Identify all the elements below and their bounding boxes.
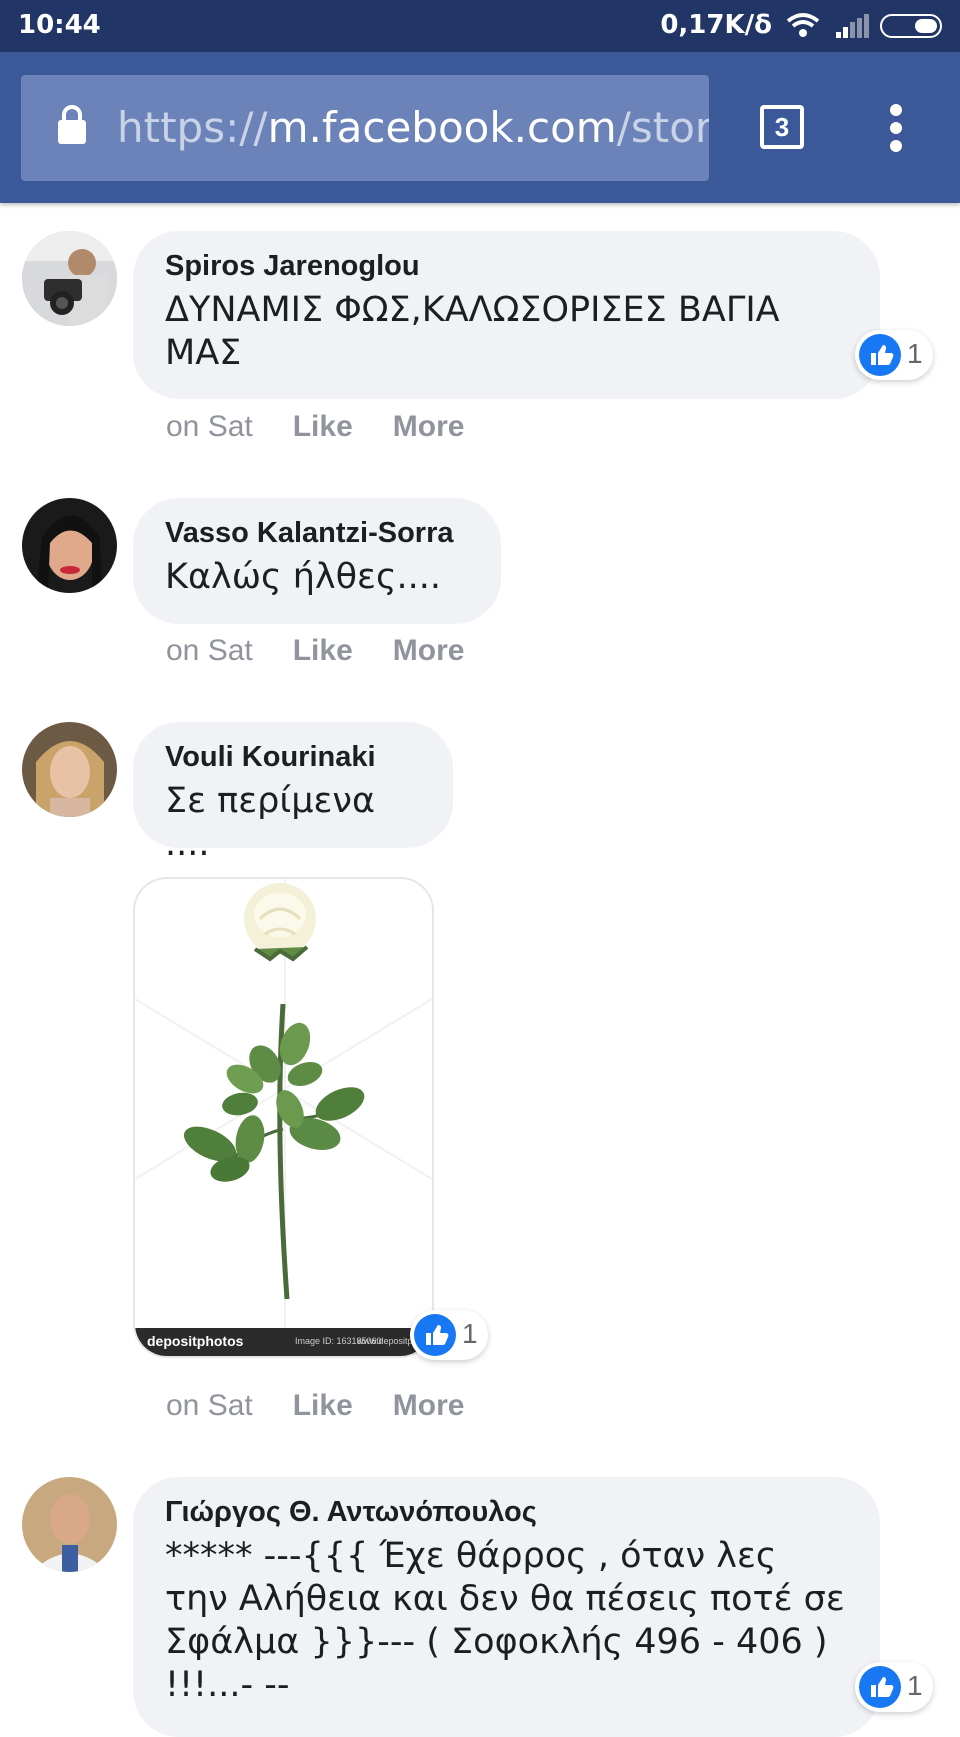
comment-text: ΔΥΝΑΜΙΣ ΦΩΣ,ΚΑΛΩΣΟΡΙΣΕΣ ΒΑΓΙΑ ΜΑΣ: [165, 290, 780, 373]
comment-bubble[interactable]: Γιώργος Θ. Αντωνόπουλος ***** ---{{{ Έχε…: [133, 1477, 880, 1737]
reaction-count: 1: [462, 1318, 478, 1349]
reaction-count: 1: [907, 1670, 923, 1701]
comment-author[interactable]: Vouli Kourinaki: [165, 740, 421, 774]
like-button[interactable]: Like: [293, 1389, 353, 1422]
comment-text: Σε περίμενα ....: [165, 781, 376, 864]
thumbs-up-icon: [859, 334, 901, 376]
comment-actions: on Sat Like More: [166, 1389, 504, 1423]
comment-text: ***** ---{{{ Έχε θάρρος , όταν λες την Α…: [165, 1536, 845, 1705]
watermark-bar: depositphotos Image ID: 163185060 www.de…: [135, 1328, 432, 1356]
url-scheme: https://: [117, 103, 268, 152]
avatar[interactable]: [22, 498, 117, 593]
comment-time[interactable]: on Sat: [166, 410, 253, 443]
comment-bubble[interactable]: Spiros Jarenoglou ΔΥΝΑΜΙΣ ΦΩΣ,ΚΑΛΩΣΟΡΙΣΕ…: [133, 231, 880, 399]
avatar[interactable]: [22, 722, 117, 817]
lock-icon: [58, 105, 86, 144]
comment-image[interactable]: depositphotos Image ID: 163185060 www.de…: [133, 877, 434, 1358]
address-bar[interactable]: https://m.facebook.com/story.: [21, 75, 709, 181]
avatar[interactable]: [22, 231, 117, 326]
comment-author[interactable]: Vasso Kalantzi-Sorra: [165, 516, 469, 550]
tabs-icon[interactable]: 3: [760, 105, 804, 149]
comment-author[interactable]: Γιώργος Θ. Αντωνόπουλος: [165, 1495, 848, 1529]
more-button[interactable]: More: [393, 1389, 465, 1422]
comment-author[interactable]: Spiros Jarenoglou: [165, 249, 848, 283]
wifi-icon: [786, 13, 820, 37]
comment-time[interactable]: on Sat: [166, 1389, 253, 1422]
overflow-menu-icon[interactable]: [890, 104, 904, 152]
url-text: https://m.facebook.com/story.: [117, 103, 709, 152]
thumbs-up-icon: [414, 1314, 456, 1356]
watermark-brand: depositphotos: [147, 1333, 244, 1349]
browser-toolbar: https://m.facebook.com/story. 3: [0, 52, 960, 203]
reaction-badge[interactable]: 1: [855, 1662, 933, 1712]
comment-time[interactable]: on Sat: [166, 634, 253, 667]
comment-actions: on Sat Like More: [166, 634, 504, 668]
battery-icon: [880, 14, 942, 38]
white-rose-image: [135, 879, 432, 1329]
signal-icon: [836, 14, 869, 38]
comment-bubble[interactable]: Vouli Kourinaki Σε περίμενα ....: [133, 722, 453, 864]
like-button[interactable]: Like: [293, 634, 353, 667]
network-speed: 0,17K/δ: [660, 10, 772, 40]
url-host: m.facebook.com: [267, 103, 617, 152]
url-path: /story.: [616, 103, 709, 152]
thumbs-up-icon: [859, 1666, 901, 1708]
comment-actions: on Sat Like More: [166, 410, 504, 444]
status-time: 10:44: [18, 10, 101, 40]
like-button[interactable]: Like: [293, 410, 353, 443]
reaction-badge[interactable]: 1: [410, 1310, 488, 1360]
status-bar: 10:44 0,17K/δ: [0, 0, 960, 52]
comment-bubble[interactable]: Vasso Kalantzi-Sorra Καλώς ήλθες....: [133, 498, 501, 624]
avatar[interactable]: [22, 1477, 117, 1572]
more-button[interactable]: More: [393, 634, 465, 667]
reaction-badge[interactable]: 1: [855, 330, 933, 380]
reaction-count: 1: [907, 338, 923, 369]
comment-text: Καλώς ήλθες....: [165, 557, 441, 597]
more-button[interactable]: More: [393, 410, 465, 443]
